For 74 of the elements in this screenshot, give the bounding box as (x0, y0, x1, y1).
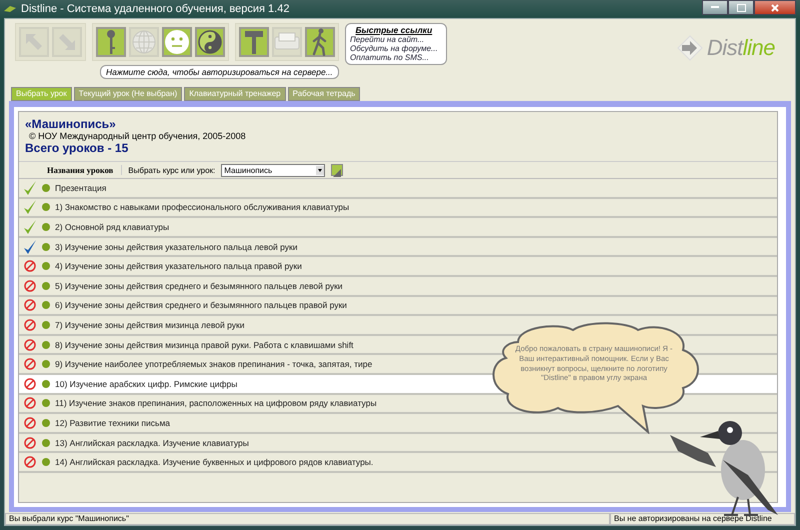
corner-icon (333, 169, 342, 177)
lesson-title: 3) Изучение зоны действия указательного пальца левой руки (55, 242, 298, 252)
lesson-row[interactable]: 1) Знакомство с навыками профессионального обслуживания клавиатуры (19, 198, 777, 218)
lesson-title: 5) Изучение зоны действия среднего и безымянного пальцев левой руки (55, 280, 343, 291)
status-dot (42, 438, 50, 447)
minimize-icon (711, 6, 719, 9)
lesson-title: 4) Изучение зоны действия указательного пальца правой руки (55, 261, 302, 272)
toolbar-button[interactable] (239, 27, 269, 57)
quick-link[interactable]: Оплатить по SMS... (350, 53, 438, 62)
status-dot (42, 282, 50, 290)
maximize-button[interactable] (728, 0, 754, 15)
lesson-row[interactable]: 14) Английская раскладка. Изучение буквенных и цифрового рядов клавиатуры. (19, 453, 777, 473)
lesson-count: Всего уроков - 15 (25, 141, 130, 155)
app-icon (4, 5, 16, 13)
lesson-title: 12) Развитие техники письма (55, 418, 170, 428)
status-text: Вы выбрали курс "Машинопись" (5, 513, 610, 525)
go-button[interactable] (331, 164, 344, 176)
status-dot (42, 399, 50, 408)
copyright-text: © НОУ Международный центр обучения, 2005-2008 (28, 131, 247, 141)
smiley-icon (164, 29, 190, 55)
lesson-title: 8) Изучение зоны действия мизинца правой руки. Работа с клавишами shift (55, 340, 354, 350)
lesson-title: 11) Изучение знаков препинания, расположенных на цифровом ряду клавиатуры (55, 398, 377, 408)
lesson-title: 14) Английская раскладка. Изучение буквенных и цифрового рядов клавиатуры. (55, 457, 374, 468)
lesson-title: 13) Английская раскладка. Изучение клавиатуры (55, 438, 249, 448)
lesson-title: Презентация (55, 182, 106, 193)
close-icon (771, 4, 779, 12)
status-dot (42, 242, 50, 251)
column-header: Названия уроков (47, 165, 122, 175)
maximize-icon (736, 4, 746, 12)
lesson-title: 7) Изучение зоны действия мизинца левой руки (55, 320, 244, 330)
lesson-title: 1) Знакомство с навыками профессионального обслуживания клавиатуры (55, 202, 350, 212)
login-hint[interactable]: Нажмите сюда, чтобы авторизироваться на сервере... (100, 65, 339, 79)
toolbar-button[interactable] (162, 27, 192, 57)
course-title: «Машинопись» (25, 117, 117, 131)
status-dot (42, 458, 50, 466)
course-dropdown[interactable]: Машинопись (221, 164, 326, 176)
yin-yang-icon (197, 29, 223, 55)
quick-link[interactable]: Обсудить на форуме... (350, 44, 438, 53)
key-icon (106, 29, 116, 55)
lesson-title: 10) Изучение арабских цифр. Римские цифры (55, 378, 238, 389)
dropdown-arrow-icon (316, 166, 324, 174)
lesson-row[interactable]: 4) Изучение зоны действия указательного пальца правой руки (19, 257, 777, 277)
close-button[interactable] (754, 0, 796, 15)
status-dot (42, 340, 50, 349)
toolbar-button[interactable] (96, 27, 126, 57)
status-dot (42, 262, 50, 270)
toolbar-button[interactable] (195, 27, 225, 57)
arrow-icon (676, 35, 703, 61)
window-title: Distline - Система удаленного обучения, версия 1.42 (21, 3, 290, 15)
status-dot (42, 360, 50, 368)
status-dot (42, 203, 50, 212)
toolbar-button[interactable] (305, 27, 335, 57)
lesson-row[interactable]: 3) Изучение зоны действия указательного пальца левой руки (19, 238, 777, 258)
lesson-title: 6) Изучение зоны действия среднего и безымянного пальцев правой руки (55, 300, 347, 310)
status-dot (42, 301, 50, 310)
status-dot (42, 380, 50, 388)
lesson-row[interactable]: 7) Изучение зоны действия мизинца левой руки (19, 316, 777, 336)
status-dot (42, 320, 50, 329)
globe-icon (132, 30, 156, 54)
status-dot (42, 184, 50, 192)
status-text: Вы не авторизированы на сервере Distline (610, 513, 795, 525)
lesson-title: 9) Изучение наиболее употребляемых знаков препинания - точка, запятая, тире (55, 359, 372, 370)
lesson-row[interactable]: Презентация (19, 179, 777, 199)
minimize-button[interactable] (702, 0, 728, 15)
lesson-row[interactable]: 2) Основной ряд клавиатуры (19, 218, 777, 238)
picker-label: Выбрать курс или урок: (128, 166, 216, 174)
hammer-icon (243, 29, 265, 55)
lesson-row[interactable]: 6) Изучение зоны действия среднего и безымянного пальцев правой руки (19, 296, 777, 316)
status-dot (42, 418, 50, 427)
status-dot (42, 222, 50, 231)
quick-link[interactable]: Перейти на сайт... (350, 35, 438, 44)
quick-links-title: Быстрые ссылки (356, 25, 432, 35)
lesson-row[interactable]: 12) Развитие техники письма (19, 414, 777, 434)
lesson-title: 2) Основной ряд клавиатуры (55, 222, 170, 232)
